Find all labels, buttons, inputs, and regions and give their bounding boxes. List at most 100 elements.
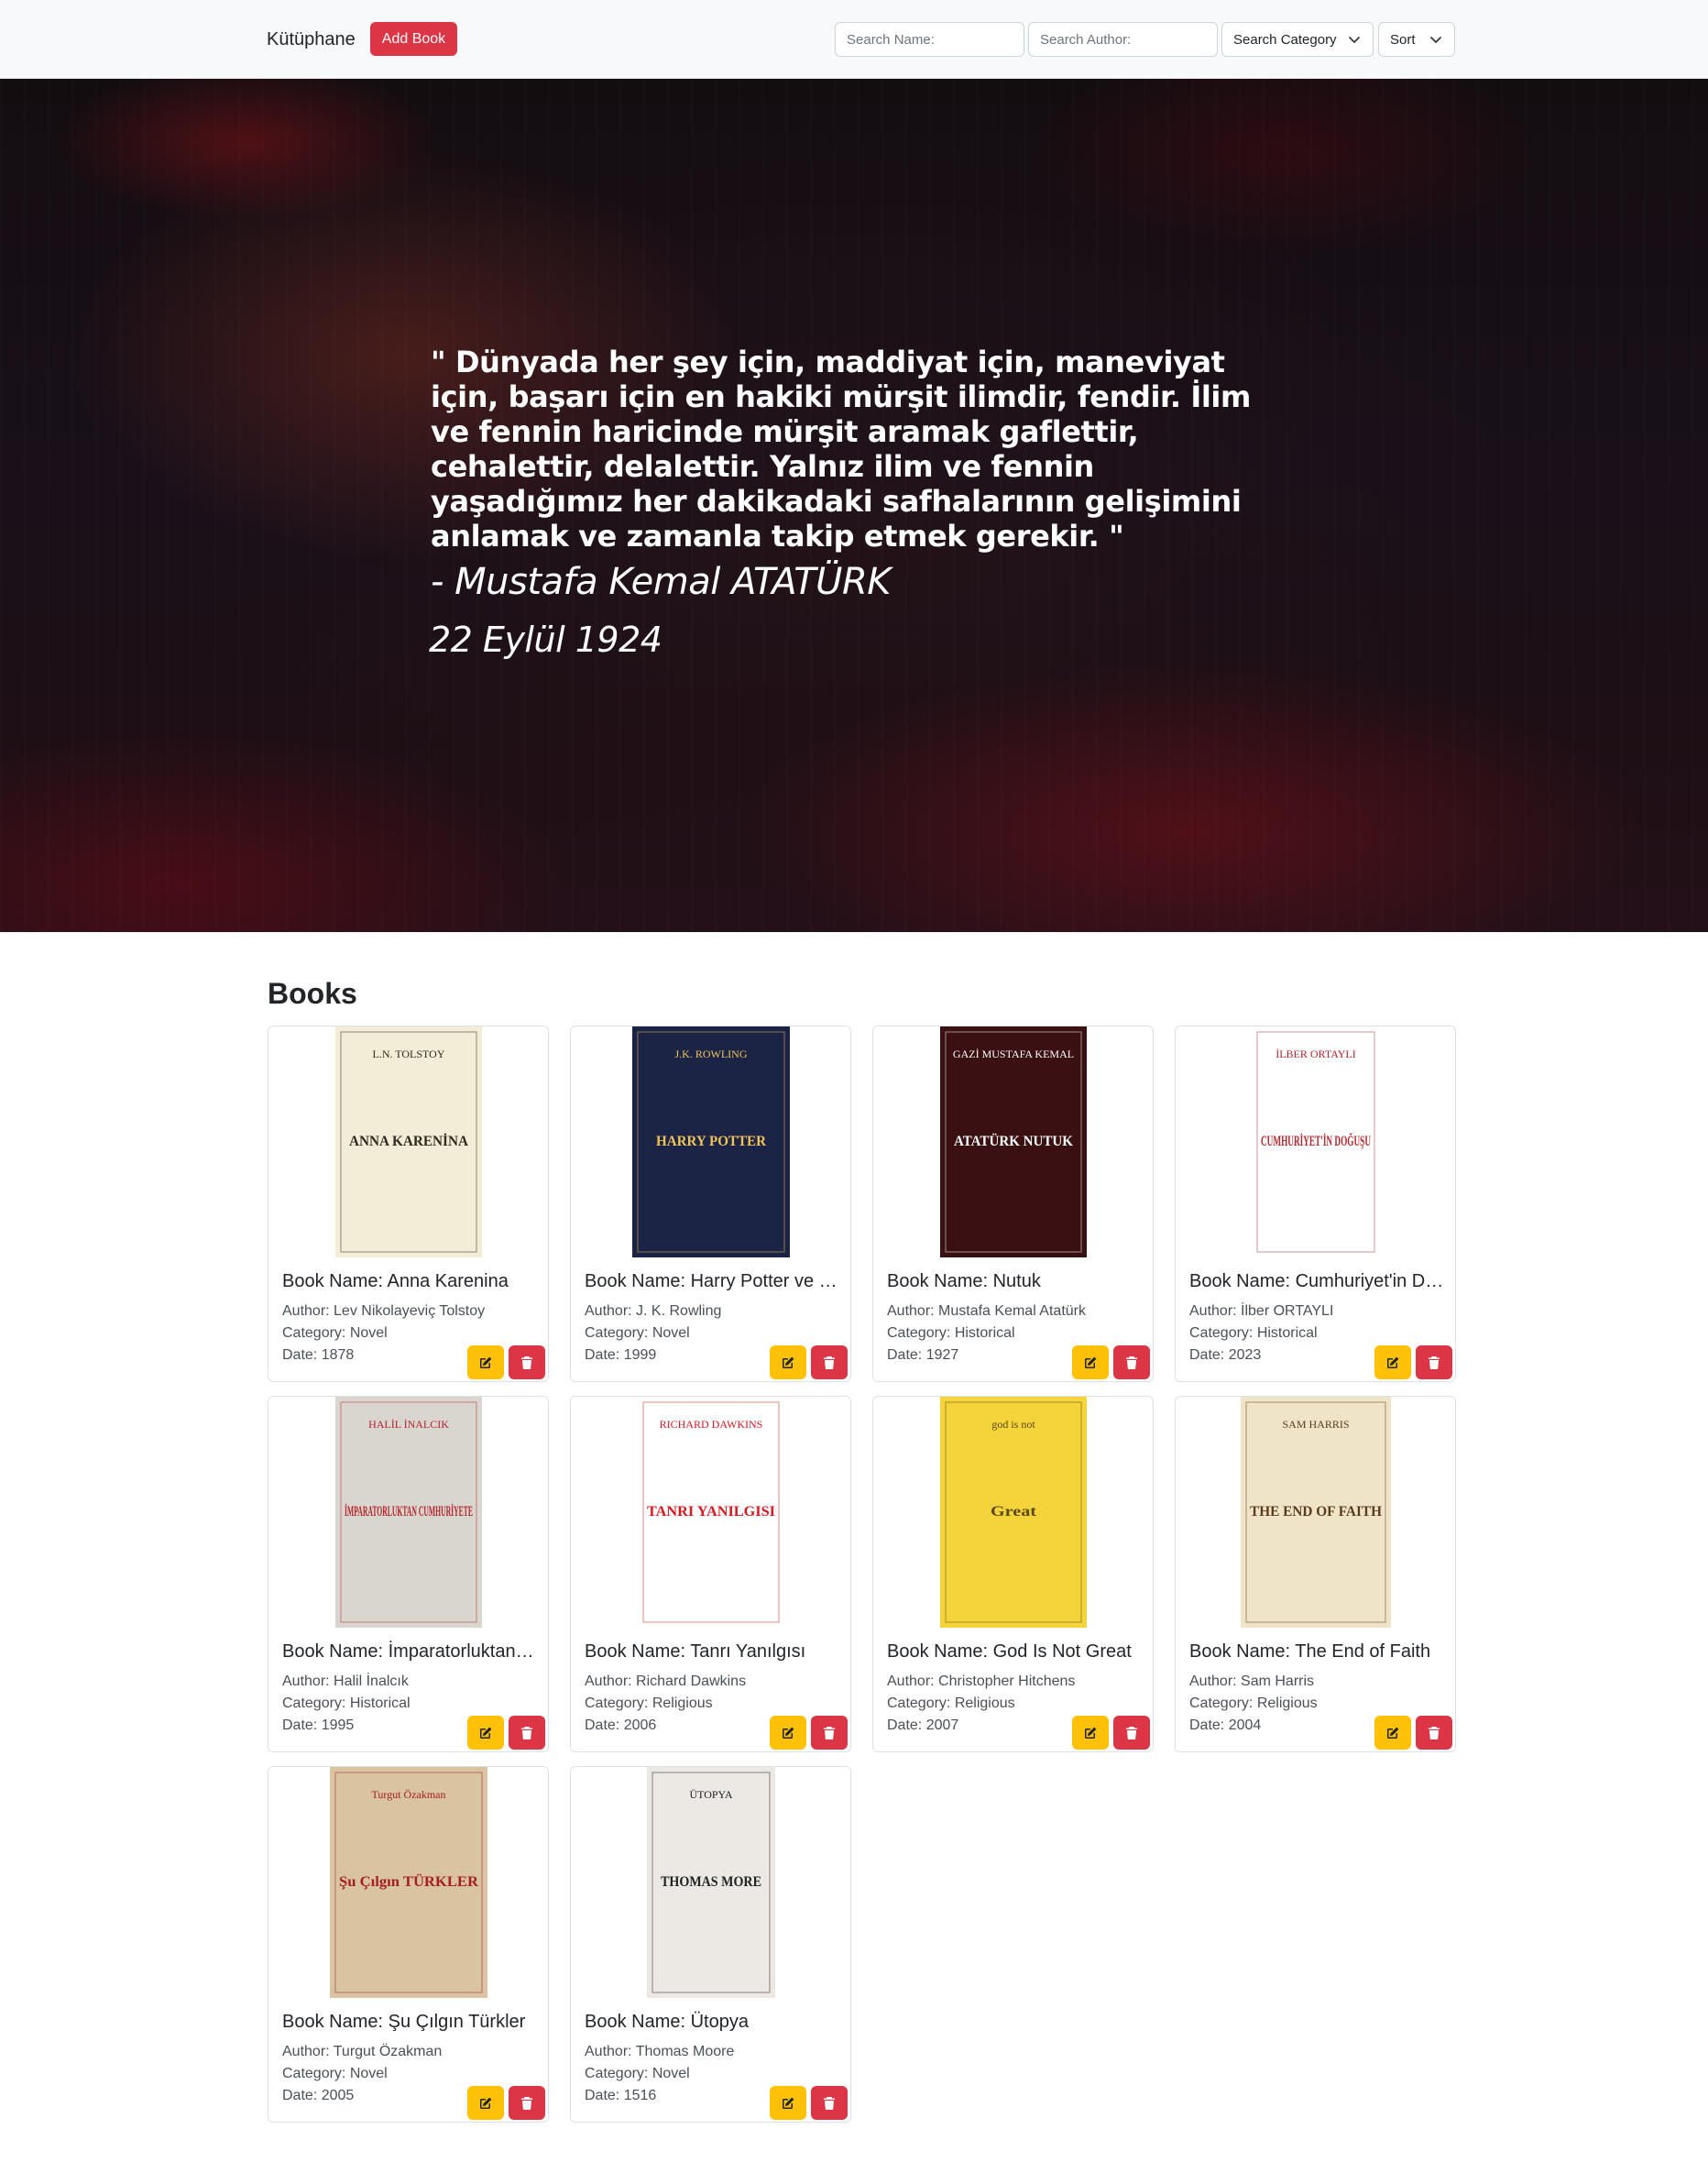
- delete-book-button[interactable]: [1113, 1716, 1150, 1750]
- trash-icon: [824, 2096, 835, 2110]
- edit-book-button[interactable]: [467, 1716, 504, 1750]
- book-name: Book Name: The End of Faith: [1189, 1641, 1431, 1662]
- book-category: Category: Novel: [282, 2066, 388, 2081]
- svg-text:THOMAS MORE: THOMAS MORE: [661, 1874, 761, 1890]
- book-card: SAM HARRIS THE END OF FAITH Book Name: T…: [1175, 1396, 1456, 1752]
- book-cover-image: ÜTOPYA THOMAS MORE: [646, 1767, 775, 1998]
- trash-icon: [1429, 1355, 1440, 1369]
- edit-book-button[interactable]: [770, 2086, 806, 2120]
- book-cover-image: GAZİ MUSTAFA KEMAL ATATÜRK NUTUK: [939, 1026, 1087, 1257]
- book-cover-image: L.N. TOLSTOY ANNA KARENİNA: [334, 1026, 482, 1257]
- edit-icon: [783, 1356, 794, 1368]
- edit-icon: [783, 2097, 794, 2109]
- book-author: Author: Richard Dawkins: [585, 1674, 747, 1689]
- delete-book-button[interactable]: [811, 1345, 848, 1379]
- book-card: god is not Great Book Name: God Is Not G…: [872, 1396, 1154, 1752]
- svg-text:İMPARATORLUKTAN CUMHURİYETE: İMPARATORLUKTAN CUMHURİYETE: [345, 1502, 473, 1520]
- trash-icon: [1126, 1726, 1137, 1739]
- book-name: Book Name: Tanrı Yanılgısı: [585, 1641, 806, 1662]
- book-date: Date: 2006: [585, 1718, 657, 1733]
- chevron-down-icon: [1349, 37, 1360, 43]
- book-author: Author: Christopher Hitchens: [887, 1674, 1076, 1689]
- book-category: Category: Religious: [585, 1696, 713, 1711]
- hero-quote: " Dünyada her şey için, maddiyat için, m…: [431, 345, 1251, 554]
- svg-text:GAZİ MUSTAFA KEMAL: GAZİ MUSTAFA KEMAL: [952, 1048, 1073, 1060]
- svg-text:ATATÜRK NUTUK: ATATÜRK NUTUK: [954, 1133, 1074, 1149]
- sort-select[interactable]: Sort: [1378, 22, 1455, 57]
- book-author: Author: Halil İnalcık: [282, 1674, 409, 1689]
- svg-text:İLBER ORTAYLI: İLBER ORTAYLI: [1276, 1048, 1356, 1060]
- book-author: Author: İlber ORTAYLI: [1189, 1303, 1334, 1319]
- svg-text:CUMHURİYET'İN DOĞUŞU: CUMHURİYET'İN DOĞUŞU: [1261, 1132, 1371, 1149]
- edit-book-button[interactable]: [1072, 1345, 1109, 1379]
- brand-link[interactable]: Kütüphane: [267, 26, 356, 53]
- book-name: Book Name: Nutuk: [887, 1271, 1041, 1291]
- book-name: Book Name: Şu Çılgın Türkler: [282, 2012, 526, 2032]
- book-date: Date: 1878: [282, 1347, 355, 1363]
- book-date: Date: 2004: [1189, 1718, 1262, 1733]
- edit-book-button[interactable]: [770, 1716, 806, 1750]
- delete-book-button[interactable]: [509, 1716, 545, 1750]
- svg-text:J.K. ROWLING: J.K. ROWLING: [674, 1048, 747, 1060]
- add-book-button[interactable]: Add Book: [370, 22, 457, 56]
- search-author-input[interactable]: [1028, 22, 1218, 57]
- edit-book-button[interactable]: [467, 2086, 504, 2120]
- edit-icon: [480, 1727, 492, 1739]
- book-card: HALİL İNALCIK İMPARATORLUKTAN CUMHURİYET…: [268, 1396, 549, 1752]
- book-category: Category: Religious: [887, 1696, 1015, 1711]
- book-name: Book Name: Ütopya: [585, 2012, 749, 2032]
- trash-icon: [824, 1726, 835, 1739]
- book-cover-image: SAM HARRIS THE END OF FAITH: [1240, 1397, 1391, 1628]
- book-category: Category: Historical: [1189, 1325, 1318, 1341]
- edit-icon: [1387, 1727, 1399, 1739]
- svg-text:TANRI YANILGISI: TANRI YANILGISI: [647, 1504, 775, 1520]
- delete-book-button[interactable]: [811, 2086, 848, 2120]
- svg-text:RICHARD DAWKINS: RICHARD DAWKINS: [659, 1418, 762, 1431]
- book-date: Date: 1927: [887, 1347, 959, 1363]
- svg-text:ANNA KARENİNA: ANNA KARENİNA: [349, 1132, 468, 1149]
- book-cover-image: HALİL İNALCIK İMPARATORLUKTAN CUMHURİYET…: [334, 1397, 482, 1628]
- search-category-select[interactable]: Search Category: [1221, 22, 1374, 57]
- trash-icon: [521, 1355, 532, 1369]
- book-date: Date: 2007: [887, 1718, 959, 1733]
- book-author: Author: Thomas Moore: [585, 2044, 735, 2059]
- book-name: Book Name: Harry Potter ve Felsefe Taşı: [585, 1271, 839, 1291]
- search-name-input[interactable]: [835, 22, 1024, 57]
- book-cover-image: İLBER ORTAYLI CUMHURİYET'İN DOĞUŞU: [1251, 1026, 1380, 1257]
- edit-book-button[interactable]: [770, 1345, 806, 1379]
- book-date: Date: 1999: [585, 1347, 657, 1363]
- svg-text:SAM HARRIS: SAM HARRIS: [1282, 1418, 1349, 1431]
- svg-text:Turgut Özakman: Turgut Özakman: [371, 1788, 445, 1801]
- book-author: Author: Turgut Özakman: [282, 2044, 443, 2059]
- svg-text:L.N. TOLSTOY: L.N. TOLSTOY: [372, 1048, 444, 1060]
- book-card: ÜTOPYA THOMAS MORE Book Name: Ütopya Aut…: [570, 1766, 851, 2123]
- delete-book-button[interactable]: [1113, 1345, 1150, 1379]
- book-card: L.N. TOLSTOY ANNA KARENİNA Book Name: An…: [268, 1026, 549, 1382]
- delete-book-button[interactable]: [509, 1345, 545, 1379]
- book-category: Category: Historical: [887, 1325, 1015, 1341]
- book-category: Category: Novel: [585, 2066, 690, 2081]
- delete-book-button[interactable]: [509, 2086, 545, 2120]
- hero-quote-date: 22 Eylül 1924: [429, 620, 662, 660]
- svg-text:ÜTOPYA: ÜTOPYA: [689, 1788, 732, 1801]
- edit-book-button[interactable]: [467, 1345, 504, 1379]
- book-cover-image: RICHARD DAWKINS TANRI YANILGISI: [637, 1397, 784, 1628]
- sort-label: Sort: [1390, 31, 1416, 48]
- book-author: Author: Mustafa Kemal Atatürk: [887, 1303, 1086, 1319]
- trash-icon: [521, 2096, 532, 2110]
- delete-book-button[interactable]: [1416, 1716, 1452, 1750]
- hero-quote-author: - Mustafa Kemal ATATÜRK: [431, 561, 891, 603]
- edit-book-button[interactable]: [1374, 1716, 1411, 1750]
- section-title: Books: [268, 977, 357, 1010]
- book-card: İLBER ORTAYLI CUMHURİYET'İN DOĞUŞU Book …: [1175, 1026, 1456, 1382]
- edit-book-button[interactable]: [1072, 1716, 1109, 1750]
- delete-book-button[interactable]: [811, 1716, 848, 1750]
- book-card: Turgut Özakman Şu Çılgın TÜRKLER Book Na…: [268, 1766, 549, 2123]
- trash-icon: [521, 1726, 532, 1739]
- edit-book-button[interactable]: [1374, 1345, 1411, 1379]
- svg-text:HALİL İNALCIK: HALİL İNALCIK: [368, 1418, 449, 1431]
- book-card: GAZİ MUSTAFA KEMAL ATATÜRK NUTUK Book Na…: [872, 1026, 1154, 1382]
- edit-icon: [1085, 1356, 1097, 1368]
- book-date: Date: 2005: [282, 2088, 355, 2103]
- delete-book-button[interactable]: [1416, 1345, 1452, 1379]
